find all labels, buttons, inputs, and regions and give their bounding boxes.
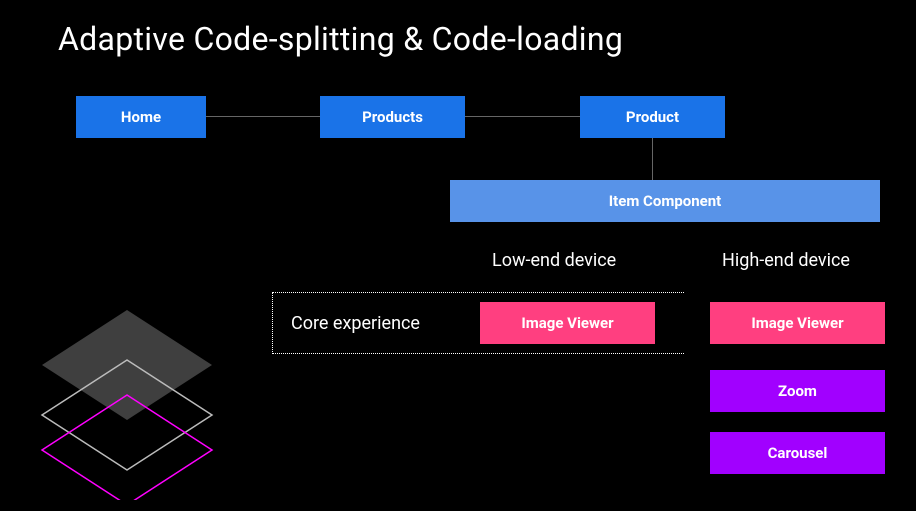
item-component-box: Item Component	[450, 180, 880, 222]
core-experience-label: Core experience	[291, 313, 420, 334]
module-image-viewer-high: Image Viewer	[710, 302, 885, 344]
nav-home-box: Home	[76, 96, 206, 138]
module-carousel: Carousel	[710, 432, 885, 474]
high-end-device-label: High-end device	[722, 250, 850, 271]
layers-icon	[22, 300, 232, 500]
nav-product-box: Product	[580, 96, 725, 138]
module-zoom: Zoom	[710, 370, 885, 412]
connector-product-item	[652, 138, 653, 180]
connector-products-product	[465, 116, 580, 117]
low-end-device-label: Low-end device	[492, 250, 616, 271]
module-image-viewer-low: Image Viewer	[480, 302, 655, 344]
nav-products-box: Products	[320, 96, 465, 138]
connector-home-products	[206, 116, 320, 117]
page-title: Adaptive Code-splitting & Code-loading	[58, 20, 623, 58]
